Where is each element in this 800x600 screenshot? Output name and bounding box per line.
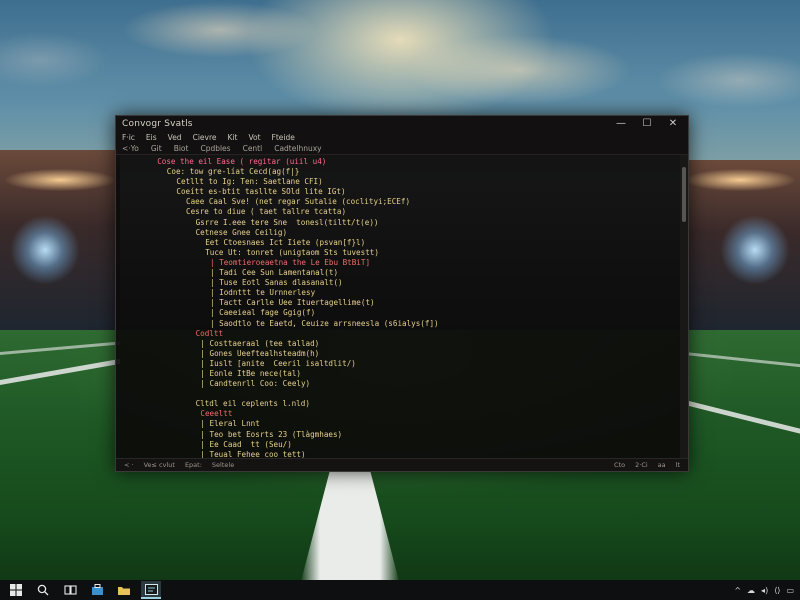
vertical-scrollbar[interactable] xyxy=(680,155,688,458)
status-bar: < · Ve≤ cvlut Epat: Seltele Cto 2·Ci aa … xyxy=(116,458,688,471)
stadium-lights-left xyxy=(0,160,120,200)
code-line: | Tuse Eotl Sanas dlasanalt() xyxy=(210,278,343,288)
code-line: Coe: tow gre-líat Cecd(ag(f|} xyxy=(166,167,300,177)
status-item[interactable]: lt xyxy=(676,461,680,469)
code-line: | Teual Fehee coo tett) xyxy=(200,449,306,458)
taskview-icon[interactable] xyxy=(60,582,80,598)
code-line: | Tadi Cee Sun Lamentanal(t) xyxy=(210,268,339,278)
toolbar-item[interactable]: Cadtelhnuxy xyxy=(274,144,321,153)
status-item[interactable]: 2·Ci xyxy=(635,461,648,469)
code-line: | Eleral Lnnt xyxy=(200,419,260,429)
window-controls: — ☐ ✕ xyxy=(616,119,678,129)
floodlight-right xyxy=(720,215,790,285)
search-icon[interactable] xyxy=(33,582,53,598)
code-line: Ceeeltt xyxy=(200,409,233,419)
code-line: Cose the eil Ease ( regitar (uiil u4) xyxy=(157,157,327,166)
menu-item[interactable]: Cievre xyxy=(193,133,217,142)
volume-icon[interactable]: ◂) xyxy=(761,586,768,595)
title-bar[interactable]: Convogr Svatls — ☐ ✕ xyxy=(116,116,688,132)
code-line: Cltdl eil ceplents l.nld) xyxy=(195,399,310,409)
code-line: Cetnese Gnee Ceilig) xyxy=(195,227,288,237)
code-line: | Teomtieroeaetna the Le Ebu BtBiT] xyxy=(210,257,371,267)
code-line: | Saodtlo te Eaetd, Ceuize arrsneesla (s… xyxy=(210,318,439,328)
code-editor-window[interactable]: Convogr Svatls — ☐ ✕ F·ic Eis Ved Cievre… xyxy=(115,115,689,472)
code-editor-area[interactable]: Cose the eil Ease ( regitar (uiil u4) Coe… xyxy=(116,155,679,458)
editor-icon[interactable] xyxy=(141,581,161,599)
cloud-icon[interactable]: ☁ xyxy=(747,586,755,595)
folder-icon[interactable] xyxy=(114,582,134,598)
code-line: | Teo bet Eosrts 23 (Tlàgmhaes) xyxy=(200,429,343,439)
code-line: | Iuslt [anite Ceeril isaltdlit/) xyxy=(200,358,356,368)
status-item[interactable]: Ve≤ cvlut xyxy=(144,461,175,469)
minimize-button[interactable]: — xyxy=(616,119,626,129)
code-line: | Caeeieal fage Ggig(f) xyxy=(210,308,316,318)
menu-item[interactable]: F·ic xyxy=(122,133,135,142)
status-item[interactable]: aa xyxy=(658,461,666,469)
stadium-lights-right xyxy=(680,160,800,200)
code-line: | Gones Ueeftealhsteadm(h) xyxy=(200,348,320,358)
code-line: | Candtenrll Coo: Ceely) xyxy=(200,379,311,389)
network-icon[interactable]: ⟨⟩ xyxy=(774,586,780,595)
code-line: Coeítt es-btit tasllte SOld lite IGt) xyxy=(176,187,346,197)
status-item[interactable]: Cto xyxy=(614,461,625,469)
window-title: Convogr Svatls xyxy=(122,119,193,129)
code-line: Tuce Ut: tonret (unigtaom Sts tuvestt) xyxy=(205,247,379,257)
code-line: | Iodnttt te Urnnerlesy xyxy=(210,288,316,298)
code-line: Gsrre I.eee tere Sne tonesl(tiltt/t(e)) xyxy=(195,217,379,227)
tray-overflow-icon[interactable]: ^ xyxy=(734,586,741,595)
code-line: | Costtaeraal (tee tallad) xyxy=(200,338,320,348)
code-line: Caee Caal Sve! (net regar Sutalie (cocli… xyxy=(186,197,411,207)
status-item[interactable]: Seltele xyxy=(212,461,234,469)
floodlight-left xyxy=(10,215,80,285)
code-line: | Eonle ItBe nece(tal) xyxy=(200,368,301,378)
windows-icon[interactable] xyxy=(6,582,26,598)
code-line: Eet Ctoesnaes Ict Iiete (psvan[f}l) xyxy=(205,237,366,247)
menu-item[interactable]: Fteide xyxy=(272,133,295,142)
menu-item[interactable]: Ved xyxy=(168,133,182,142)
status-item[interactable]: Epat: xyxy=(185,461,202,469)
toolbar-item[interactable]: Centl xyxy=(243,144,263,153)
close-button[interactable]: ✕ xyxy=(668,119,678,129)
code-line: Codltt xyxy=(195,328,224,338)
system-tray: ^ ☁ ◂) ⟨⟩ ▭ xyxy=(734,586,794,595)
store-icon[interactable] xyxy=(87,582,107,598)
code-line: | Ee Caad tt (Seu/) xyxy=(200,439,292,449)
toolbar-item[interactable]: Biot xyxy=(174,144,189,153)
taskbar: ^ ☁ ◂) ⟨⟩ ▭ xyxy=(0,580,800,600)
notification-icon[interactable]: ▭ xyxy=(786,586,794,595)
toolbar-item[interactable]: Git xyxy=(151,144,162,153)
menu-item[interactable]: Eis xyxy=(146,133,157,142)
menu-item[interactable]: Kit xyxy=(227,133,237,142)
menu-bar: F·ic Eis Ved Cievre Kit Vot Fteide xyxy=(116,132,688,143)
menu-item[interactable]: Vot xyxy=(248,133,260,142)
scrollbar-thumb[interactable] xyxy=(682,167,686,222)
code-line: Cesre to diue ( taet tallre tcatta) xyxy=(186,207,347,217)
code-line: | Tactt Carlle Uee Ituertagellime(t) xyxy=(210,298,375,308)
toolbar-item[interactable]: <·Yo xyxy=(122,144,139,153)
maximize-button[interactable]: ☐ xyxy=(642,119,652,129)
toolbar-item[interactable]: Cpdbles xyxy=(200,144,230,153)
code-line: Cetllt to Ig: Ten: Saetlane CFI) xyxy=(176,177,323,187)
status-item[interactable]: < · xyxy=(124,461,134,469)
toolbar: <·Yo Git Biot Cpdbles Centl Cadtelhnuxy xyxy=(116,143,688,155)
